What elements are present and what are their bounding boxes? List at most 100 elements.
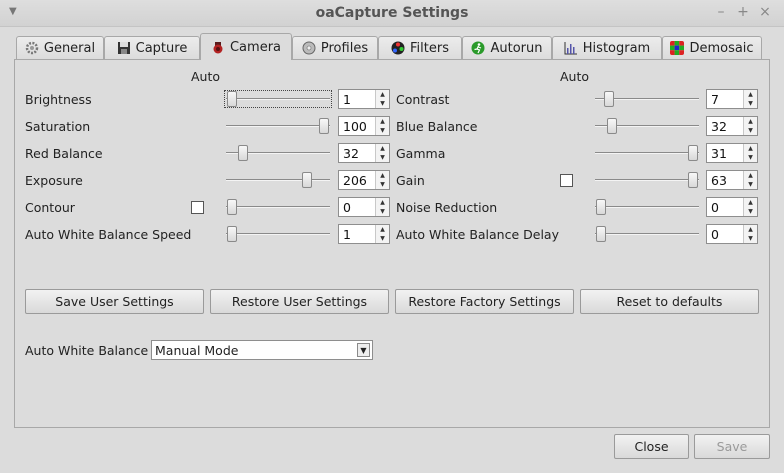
brightness-slider[interactable]: [224, 90, 332, 108]
spin-arrows-icon[interactable]: ▲ ▼: [375, 225, 389, 243]
gain-spinbox[interactable]: 63 ▲ ▼: [706, 170, 758, 190]
slider-handle[interactable]: [227, 199, 237, 215]
brightness-spinbox[interactable]: 1 ▲ ▼: [338, 89, 390, 109]
brightness-label: Brightness: [25, 92, 92, 107]
spin-arrows-icon[interactable]: ▲ ▼: [743, 225, 757, 243]
camera-panel: [14, 59, 770, 428]
tab-camera[interactable]: Camera: [200, 33, 292, 60]
noise-reduction-value: 0: [711, 200, 719, 215]
exposure-value: 206: [343, 173, 367, 188]
slider-handle[interactable]: [607, 118, 617, 134]
close-window-icon[interactable]: ×: [757, 4, 773, 20]
awb-delay-spinbox[interactable]: 0 ▲ ▼: [706, 224, 758, 244]
contour-value: 0: [343, 200, 351, 215]
slider-handle[interactable]: [227, 226, 237, 242]
tab-demosaic[interactable]: Demosaic: [662, 36, 762, 59]
slider-handle[interactable]: [319, 118, 329, 134]
noise-reduction-slider[interactable]: [595, 199, 699, 215]
brightness-value: 1: [343, 92, 351, 107]
gamma-spinbox[interactable]: 31 ▲ ▼: [706, 143, 758, 163]
saturation-label: Saturation: [25, 119, 91, 134]
tab-profiles-label: Profiles: [320, 40, 369, 56]
awb-mode-select[interactable]: Manual Mode ▼: [151, 340, 373, 360]
slider-handle[interactable]: [688, 145, 698, 161]
awb-mode-value: Manual Mode: [155, 343, 239, 358]
tab-profiles[interactable]: Profiles: [292, 36, 378, 59]
running-man-icon: [471, 41, 485, 55]
slider-handle[interactable]: [302, 172, 312, 188]
spin-arrows-icon[interactable]: ▲ ▼: [743, 90, 757, 108]
slider-handle[interactable]: [227, 91, 237, 107]
tab-histogram-label: Histogram: [582, 40, 651, 56]
awb-speed-slider[interactable]: [226, 226, 330, 242]
contrast-slider[interactable]: [595, 91, 699, 107]
histogram-icon: [564, 42, 577, 55]
minimize-icon[interactable]: –: [713, 4, 729, 20]
tab-general[interactable]: General: [16, 36, 104, 59]
reset-to-defaults-button[interactable]: Reset to defaults: [580, 289, 759, 314]
contour-slider[interactable]: [226, 199, 330, 215]
gain-auto-checkbox[interactable]: [560, 174, 573, 187]
red-balance-slider[interactable]: [226, 145, 330, 161]
blue-balance-value: 32: [711, 119, 727, 134]
spin-arrows-icon[interactable]: ▲ ▼: [743, 117, 757, 135]
tab-autorun[interactable]: Autorun: [462, 36, 552, 59]
spin-arrows-icon[interactable]: ▲ ▼: [743, 171, 757, 189]
gamma-label: Gamma: [396, 146, 446, 161]
awb-speed-value: 1: [343, 227, 351, 242]
awb-delay-slider[interactable]: [595, 226, 699, 242]
save-button[interactable]: Save: [694, 434, 770, 459]
slider-handle[interactable]: [688, 172, 698, 188]
gamma-value: 31: [711, 146, 727, 161]
disc-icon: [302, 41, 316, 55]
contour-auto-checkbox[interactable]: [191, 201, 204, 214]
contour-spinbox[interactable]: 0 ▲ ▼: [338, 197, 390, 217]
spin-arrows-icon[interactable]: ▲ ▼: [375, 117, 389, 135]
red-balance-spinbox[interactable]: 32 ▲ ▼: [338, 143, 390, 163]
close-button[interactable]: Close: [614, 434, 689, 459]
tab-histogram[interactable]: Histogram: [552, 36, 662, 59]
saturation-spinbox[interactable]: 100 ▲ ▼: [338, 116, 390, 136]
blue-balance-label: Blue Balance: [396, 119, 478, 134]
red-balance-value: 32: [343, 146, 359, 161]
gain-slider[interactable]: [595, 172, 699, 188]
spin-arrows-icon[interactable]: ▲ ▼: [743, 198, 757, 216]
slider-handle[interactable]: [238, 145, 248, 161]
spin-arrows-icon[interactable]: ▲ ▼: [375, 144, 389, 162]
tab-capture[interactable]: Capture: [104, 36, 200, 59]
contrast-value: 7: [711, 92, 719, 107]
awb-speed-spinbox[interactable]: 1 ▲ ▼: [338, 224, 390, 244]
noise-reduction-label: Noise Reduction: [396, 200, 498, 215]
floppy-icon: [117, 42, 130, 54]
filter-wheel-icon: [391, 41, 405, 55]
maximize-icon[interactable]: +: [735, 4, 751, 20]
restore-user-settings-button[interactable]: Restore User Settings: [210, 289, 389, 314]
save-user-settings-button[interactable]: Save User Settings: [25, 289, 204, 314]
saturation-slider[interactable]: [226, 118, 330, 134]
blue-balance-slider[interactable]: [595, 118, 699, 134]
exposure-spinbox[interactable]: 206 ▲ ▼: [338, 170, 390, 190]
tab-autorun-label: Autorun: [490, 40, 543, 56]
tab-filters-label: Filters: [410, 40, 449, 56]
spin-arrows-icon[interactable]: ▲ ▼: [375, 90, 389, 108]
exposure-label: Exposure: [25, 173, 83, 188]
chevron-down-icon[interactable]: ▼: [357, 343, 370, 357]
spin-arrows-icon[interactable]: ▲ ▼: [375, 171, 389, 189]
exposure-slider[interactable]: [226, 172, 330, 188]
contrast-spinbox[interactable]: 7 ▲ ▼: [706, 89, 758, 109]
restore-factory-settings-button[interactable]: Restore Factory Settings: [395, 289, 574, 314]
auto-header-left: Auto: [191, 69, 221, 84]
spin-arrows-icon[interactable]: ▲ ▼: [375, 198, 389, 216]
title-bar: ▼ oaCapture Settings – + ×: [0, 0, 784, 27]
slider-handle[interactable]: [596, 199, 606, 215]
slider-handle[interactable]: [604, 91, 614, 107]
gamma-slider[interactable]: [595, 145, 699, 161]
tab-capture-label: Capture: [135, 40, 188, 56]
blue-balance-spinbox[interactable]: 32 ▲ ▼: [706, 116, 758, 136]
slider-handle[interactable]: [596, 226, 606, 242]
tab-demosaic-label: Demosaic: [689, 40, 754, 56]
noise-reduction-spinbox[interactable]: 0 ▲ ▼: [706, 197, 758, 217]
spin-arrows-icon[interactable]: ▲ ▼: [743, 144, 757, 162]
tab-filters[interactable]: Filters: [378, 36, 462, 59]
gear-icon: [25, 41, 39, 55]
